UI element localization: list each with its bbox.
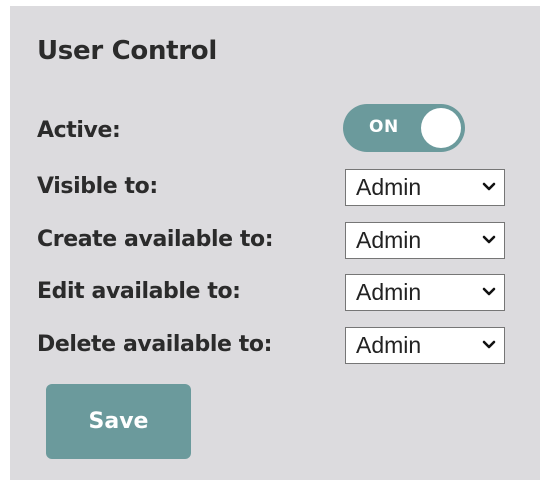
delete-available-to-label: Delete available to: <box>37 332 272 357</box>
chevron-down-icon <box>482 340 496 349</box>
visible-to-value: Admin <box>356 174 422 200</box>
toggle-state-text: ON <box>369 117 399 137</box>
active-toggle[interactable]: ON <box>343 104 465 152</box>
user-control-panel: User Control Active: ON Visible to: Admi… <box>10 6 540 480</box>
chevron-down-icon <box>482 235 496 244</box>
visible-to-label: Visible to: <box>37 174 158 199</box>
delete-available-to-select[interactable]: Admin <box>345 327 505 364</box>
save-button[interactable]: Save <box>46 384 191 459</box>
delete-available-to-value: Admin <box>356 332 422 358</box>
visible-to-select[interactable]: Admin <box>345 169 505 206</box>
panel-title: User Control <box>37 36 217 66</box>
edit-available-to-select[interactable]: Admin <box>345 274 505 311</box>
chevron-down-icon <box>482 182 496 191</box>
create-available-to-select[interactable]: Admin <box>345 222 505 259</box>
chevron-down-icon <box>482 287 496 296</box>
create-available-to-label: Create available to: <box>37 227 274 252</box>
toggle-knob <box>421 108 461 148</box>
edit-available-to-value: Admin <box>356 279 422 305</box>
active-label: Active: <box>37 118 121 143</box>
edit-available-to-label: Edit available to: <box>37 279 241 304</box>
create-available-to-value: Admin <box>356 227 422 253</box>
